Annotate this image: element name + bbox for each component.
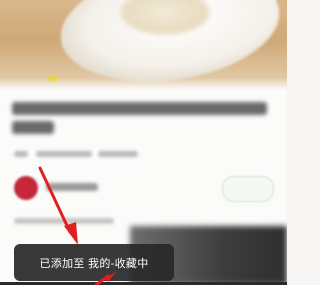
toast-message: 已添加至 我的-收藏中	[14, 244, 174, 281]
recipe-cover-image[interactable]	[0, 0, 287, 90]
author-avatar[interactable]	[14, 176, 38, 200]
toast-text: 已添加至 我的-收藏中	[39, 257, 149, 270]
image-fade	[0, 78, 287, 90]
recipe-title-line-2	[12, 121, 54, 134]
red-arrow-head-upper	[64, 222, 78, 245]
author-name[interactable]	[46, 183, 98, 191]
section-heading	[14, 218, 114, 224]
recipe-detail-screen: 已添加至 我的-收藏中	[0, 0, 287, 285]
meta-views	[98, 151, 138, 157]
meta-date	[36, 151, 92, 157]
recipe-title-line-1	[12, 102, 267, 115]
meta-tag	[14, 151, 28, 157]
follow-button[interactable]	[222, 176, 274, 202]
